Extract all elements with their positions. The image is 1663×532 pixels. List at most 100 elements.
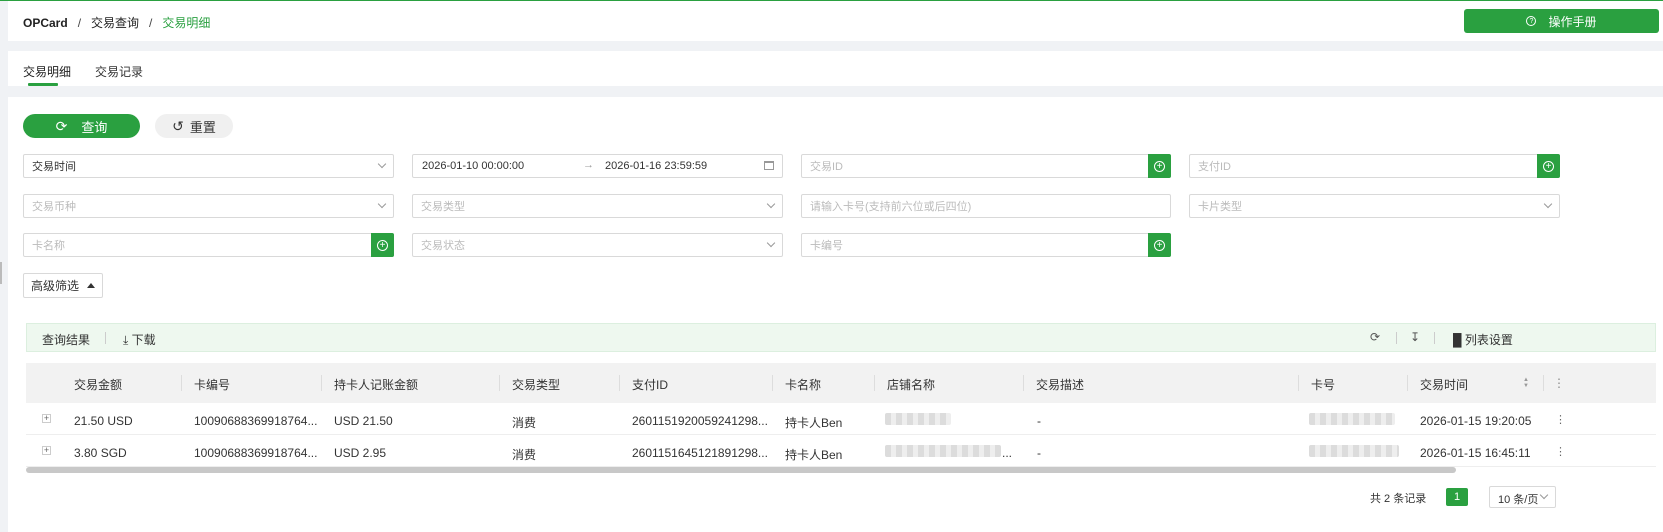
bar-chart-icon: █	[1453, 333, 1462, 347]
side-scroll-marker	[0, 262, 2, 284]
column-settings-button[interactable]: █ 列表设置	[1453, 331, 1513, 348]
breadcrumb-current: 交易明细	[162, 16, 211, 30]
column-divider	[1298, 375, 1299, 391]
chevron-down-icon	[377, 199, 387, 209]
col-amount: 交易金额	[74, 378, 123, 392]
breadcrumb-separator: /	[149, 15, 153, 30]
card-number-input[interactable]: 请输入卡号(支持前六位或后四位)	[801, 194, 1171, 218]
card-type-select[interactable]: 卡片类型	[1189, 194, 1560, 218]
pagination-total: 共 2 条记录	[1370, 493, 1427, 505]
plus-circle-icon: +	[1154, 239, 1165, 251]
manual-button[interactable]: ? 操作手册	[1464, 9, 1659, 33]
transaction-status-placeholder: 交易状态	[421, 240, 465, 252]
reset-icon: ↺	[172, 117, 184, 134]
chevron-down-icon	[377, 159, 387, 169]
cell-description: -	[1037, 414, 1041, 428]
column-settings-label: 列表设置	[1464, 333, 1513, 347]
row-more-icon[interactable]: ⋮	[1555, 413, 1566, 426]
cell-card-code: 10090688369918764...	[194, 414, 318, 428]
date-start-value: 2026-01-10 00:00:00	[422, 160, 525, 172]
cell-holder-amount: USD 21.50	[334, 414, 393, 428]
pay-id-add-button[interactable]: +	[1537, 154, 1560, 178]
transaction-type-placeholder: 交易类型	[421, 201, 465, 213]
plus-circle-icon: +	[1154, 160, 1165, 172]
download-icon: ⤓	[123, 333, 129, 347]
more-columns-icon[interactable]: ⋮	[1553, 376, 1565, 390]
table-header: 交易金额 卡编号 持卡人记账金额 交易类型 支付ID 卡名称 店铺名称 交易描述…	[26, 363, 1656, 403]
breadcrumb-root[interactable]: OPCard	[23, 16, 68, 30]
plus-circle-icon: +	[377, 239, 388, 251]
time-type-select[interactable]: 交易时间	[23, 154, 394, 178]
date-range-picker[interactable]: 2026-01-10 00:00:00 → 2026-01-16 23:59:5…	[412, 154, 783, 178]
transaction-id-placeholder: 交易ID	[810, 161, 843, 173]
breadcrumb: OPCard / 交易查询 / 交易明细	[23, 14, 210, 31]
horizontal-scrollbar[interactable]	[26, 467, 1456, 473]
tab-transaction-detail[interactable]: 交易明细	[23, 63, 71, 80]
transaction-type-select[interactable]: 交易类型	[412, 194, 783, 218]
reset-button[interactable]: ↺ 重置	[155, 114, 233, 138]
col-pay-id: 支付ID	[632, 378, 669, 392]
toolbar-divider	[105, 332, 106, 344]
advanced-filter-button[interactable]: 高级筛选	[23, 273, 103, 298]
result-toolbar: 查询结果 ⤓ 下载 ⟳ ↧ █ 列表设置	[26, 323, 1656, 352]
download-label: 下载	[131, 333, 156, 347]
cell-card-number-redacted	[1309, 445, 1399, 457]
row-more-icon[interactable]: ⋮	[1555, 445, 1566, 458]
card-code-add-button[interactable]: +	[1148, 233, 1171, 257]
reset-button-label: 重置	[189, 119, 216, 135]
chevron-down-icon	[1539, 490, 1549, 500]
query-button[interactable]: ⟳ 查询	[23, 114, 140, 138]
col-transaction-type: 交易类型	[512, 378, 561, 392]
cell-amount: 21.50 USD	[74, 414, 133, 428]
cell-shop-name-redacted	[885, 445, 1001, 457]
toolbar-divider	[1434, 332, 1435, 344]
manual-button-label: 操作手册	[1548, 14, 1597, 29]
breadcrumb-level1[interactable]: 交易查询	[91, 14, 139, 31]
currency-select[interactable]: 交易币种	[23, 194, 394, 218]
density-icon[interactable]: ↧	[1410, 330, 1420, 344]
table-row[interactable]: + 21.50 USD 10090688369918764... USD 21.…	[26, 403, 1656, 435]
card-type-placeholder: 卡片类型	[1198, 201, 1242, 213]
transaction-status-select[interactable]: 交易状态	[412, 233, 783, 257]
sort-icon[interactable]: ▲ ▼	[1523, 377, 1529, 389]
tab-bar: 交易明细 交易记录	[8, 51, 1663, 86]
cell-shop-name-redacted	[885, 413, 951, 425]
col-card-number: 卡号	[1311, 378, 1336, 392]
pay-id-placeholder: 支付ID	[1198, 161, 1231, 173]
table-row[interactable]: + 3.80 SGD 10090688369918764... USD 2.95…	[26, 435, 1656, 467]
column-divider	[499, 375, 500, 391]
cell-transaction-type: 消费	[512, 448, 537, 462]
expand-row-icon[interactable]: +	[42, 414, 51, 423]
download-button[interactable]: ⤓ 下载	[123, 331, 156, 348]
currency-placeholder: 交易币种	[32, 201, 76, 213]
col-holder-amount: 持卡人记账金额	[334, 378, 419, 392]
tab-transaction-records[interactable]: 交易记录	[95, 63, 143, 80]
pagination-page-1[interactable]: 1	[1446, 488, 1468, 506]
card-name-add-button[interactable]: +	[371, 233, 394, 257]
card-number-placeholder: 请输入卡号(支持前六位或后四位)	[810, 201, 972, 213]
date-range-arrow: →	[583, 159, 594, 171]
query-result-label: 查询结果	[42, 333, 91, 347]
column-divider	[1407, 375, 1408, 391]
cell-holder-amount: USD 2.95	[334, 446, 387, 460]
refresh-icon[interactable]: ⟳	[1370, 330, 1380, 344]
expand-row-icon[interactable]: +	[42, 446, 51, 455]
caret-up-icon	[87, 283, 95, 288]
card-code-input[interactable]: 卡编号 +	[801, 233, 1171, 257]
transaction-id-input[interactable]: 交易ID +	[801, 154, 1171, 178]
col-shop-name: 店铺名称	[887, 378, 936, 392]
cell-transaction-time: 2026-01-15 19:20:05	[1420, 414, 1532, 428]
column-divider	[321, 375, 322, 391]
card-name-placeholder: 卡名称	[32, 240, 65, 252]
cell-amount: 3.80 SGD	[74, 446, 127, 460]
cell-card-code: 10090688369918764...	[194, 446, 318, 460]
cell-transaction-time: 2026-01-15 16:45:11	[1420, 446, 1531, 460]
card-name-input[interactable]: 卡名称 +	[23, 233, 394, 257]
chevron-down-icon	[766, 238, 776, 248]
pay-id-input[interactable]: 支付ID +	[1189, 154, 1560, 178]
transaction-id-add-button[interactable]: +	[1148, 154, 1171, 178]
date-end-value: 2026-01-16 23:59:59	[605, 160, 708, 172]
page-size-select[interactable]: 10 条/页	[1489, 486, 1556, 508]
cell-shop-name-ellipsis: ...	[1002, 446, 1013, 460]
column-divider	[1543, 375, 1544, 391]
